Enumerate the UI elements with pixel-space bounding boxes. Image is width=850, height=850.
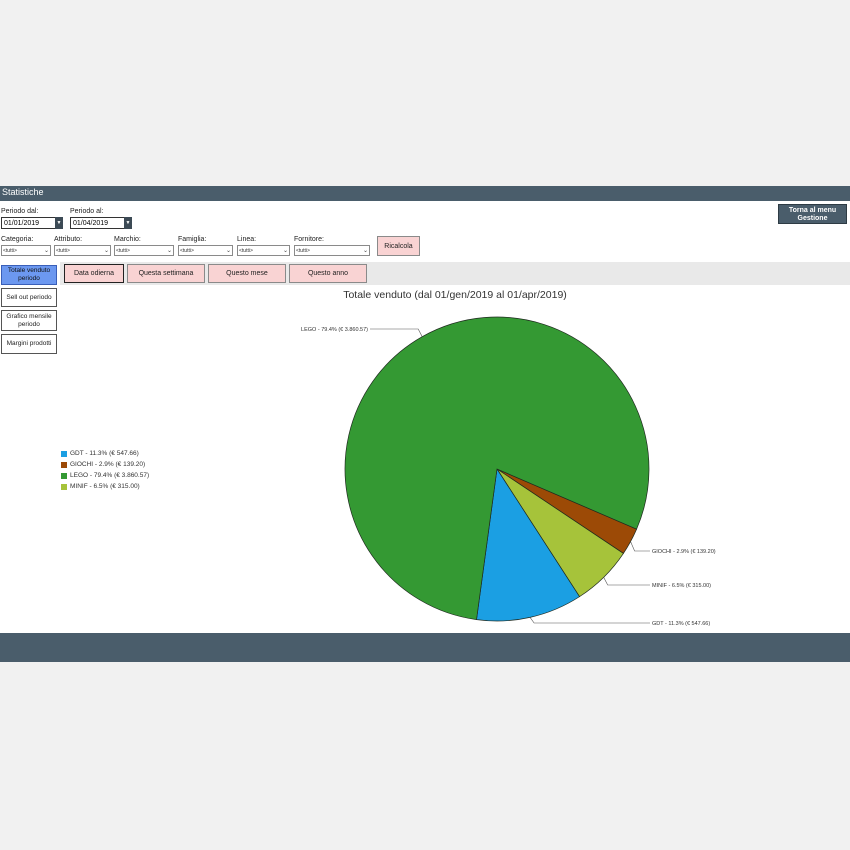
callout-line-minif: [603, 577, 650, 586]
footer-bar: [0, 633, 850, 662]
data-label-gdt: GDT - 11.3% (€ 547.66): [652, 621, 710, 627]
app-window: Statistiche Torna al menu Gestione Perio…: [0, 186, 850, 662]
callout-line-giochi: [630, 541, 650, 552]
callout-line-gdt: [529, 617, 650, 624]
data-label-minif: MINIF - 6.5% (€ 315.00): [652, 583, 711, 589]
data-label-giochi: GIOCHI - 2.9% (€ 139.20): [652, 549, 716, 555]
pie-chart: GIOCHI - 2.9% (€ 139.20) MINIF - 6.5% (€ …: [301, 316, 716, 627]
data-label-lego: LEGO - 79.4% (€ 3.860.57): [301, 327, 368, 333]
callout-line-lego: [370, 328, 423, 337]
